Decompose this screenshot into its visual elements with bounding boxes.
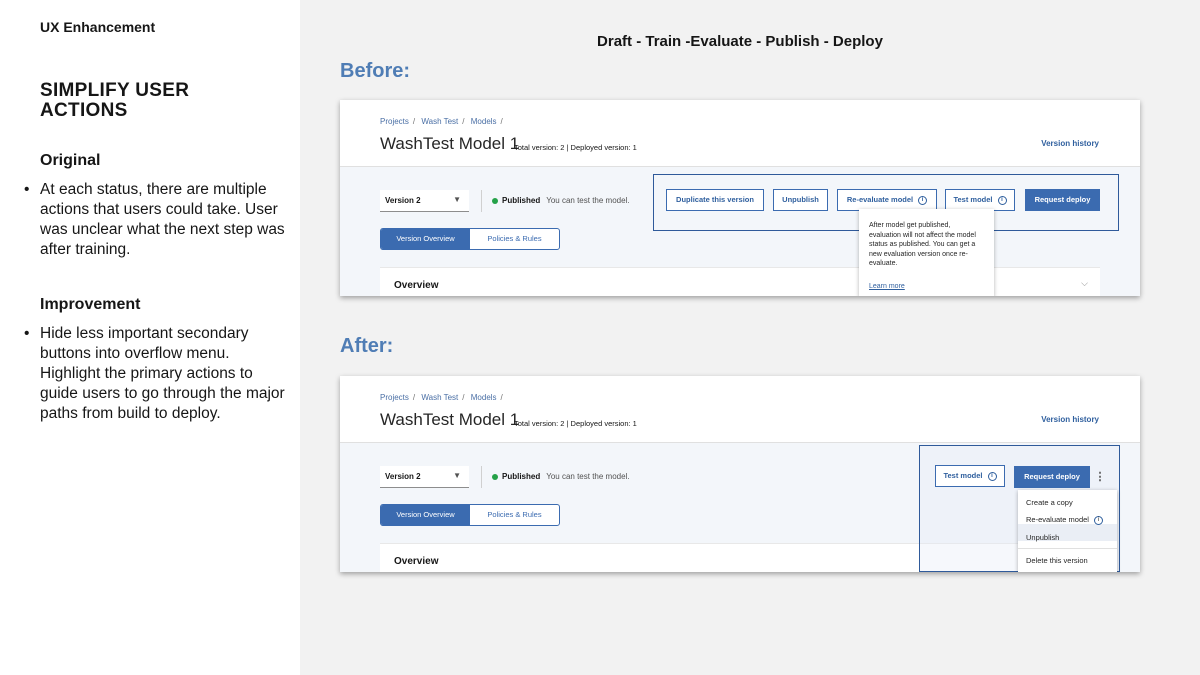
breadcrumb: Projects / Wash Test / Models / xyxy=(380,393,507,402)
breadcrumb-separator: / xyxy=(412,393,416,402)
flow-steps: Draft - Train -Evaluate - Publish - Depl… xyxy=(597,33,883,50)
learn-more-link[interactable]: Learn more xyxy=(869,282,984,292)
after-label: After: xyxy=(340,335,394,357)
breadcrumb-wash-test[interactable]: Wash Test xyxy=(421,117,458,126)
version-history-link[interactable]: Version history xyxy=(1041,415,1099,424)
original-title: Original xyxy=(40,152,101,169)
status-label: Published xyxy=(502,196,541,205)
version-select[interactable]: Version 2 ▼ xyxy=(380,190,469,212)
info-icon[interactable]: i xyxy=(987,471,997,481)
breadcrumb-separator: / xyxy=(412,117,416,126)
original-list: At each status, there are multiple actio… xyxy=(24,180,286,260)
breadcrumb-separator: / xyxy=(500,117,503,126)
menu-item-unpublish[interactable]: Unpublish xyxy=(1026,533,1059,542)
improvement-title: Improvement xyxy=(40,296,141,313)
status-note: You can test the model. xyxy=(546,472,630,481)
request-deploy-button[interactable]: Request deploy xyxy=(1025,189,1100,211)
status-dot-icon xyxy=(492,197,498,204)
breadcrumb-models[interactable]: Models xyxy=(471,117,497,126)
info-icon[interactable]: i xyxy=(1093,515,1103,525)
tooltip-text: After model get published, evaluation wi… xyxy=(869,222,976,267)
improvement-list: Hide less important secondary buttons in… xyxy=(24,324,286,424)
page-headline: SIMPLIFY USER ACTIONS xyxy=(40,80,190,121)
version-select-value: Version 2 xyxy=(385,472,421,481)
breadcrumb-models[interactable]: Models xyxy=(471,393,497,402)
section-tag: UX Enhancement xyxy=(40,19,156,35)
chevron-down-icon: ▼ xyxy=(453,195,461,204)
menu-item-delete-version[interactable]: Delete this version xyxy=(1026,556,1088,565)
reevaluate-label: Re-evaluate model xyxy=(846,195,914,204)
test-model-button[interactable]: Test model i xyxy=(945,189,1015,211)
info-icon[interactable]: i xyxy=(918,195,928,205)
breadcrumb-separator: / xyxy=(500,393,503,402)
overview-title: Overview xyxy=(394,280,439,291)
status-indicator: Published You can test the model. xyxy=(492,472,630,481)
model-title: WashTest Model 1 xyxy=(380,410,520,429)
menu-item-create-copy[interactable]: Create a copy xyxy=(1026,498,1073,507)
breadcrumb: Projects / Wash Test / Models / xyxy=(380,117,507,126)
breadcrumb-projects[interactable]: Projects xyxy=(380,393,409,402)
version-history-link[interactable]: Version history xyxy=(1041,139,1099,148)
model-meta: Total version: 2 | Deployed version: 1 xyxy=(514,419,637,428)
model-meta: Total version: 2 | Deployed version: 1 xyxy=(514,143,637,152)
breadcrumb-wash-test[interactable]: Wash Test xyxy=(421,393,458,402)
overflow-menu: Create a copy Re-evaluate model i Unpubli… xyxy=(1018,490,1117,572)
chevron-down-icon[interactable]: ⌵ xyxy=(1081,278,1088,289)
overflow-menu-icon[interactable]: ⋮ xyxy=(1093,466,1107,488)
overview-title: Overview xyxy=(394,556,439,567)
tab-version-overview[interactable]: Version Overview xyxy=(381,229,470,249)
request-deploy-button[interactable]: Request deploy xyxy=(1014,466,1090,488)
before-label: Before: xyxy=(340,60,411,82)
status-dot-icon xyxy=(492,473,498,480)
breadcrumb-separator: / xyxy=(462,393,465,402)
version-select[interactable]: Version 2 ▼ xyxy=(380,466,469,488)
status-indicator: Published You can test the model. xyxy=(492,196,630,205)
chevron-down-icon: ▼ xyxy=(453,471,461,480)
divider xyxy=(481,466,482,488)
test-model-label: Test model xyxy=(953,195,993,204)
tab-policies-rules[interactable]: Policies & Rules xyxy=(470,505,559,525)
reevaluate-model-button[interactable]: Re-evaluate model i xyxy=(837,189,937,211)
info-icon[interactable]: i xyxy=(997,195,1007,205)
menu-item-reevaluate-label: Re-evaluate model xyxy=(1026,515,1089,524)
reevaluate-tooltip: After model get published, evaluation wi… xyxy=(859,209,994,296)
right-panel: Draft - Train -Evaluate - Publish - Depl… xyxy=(300,0,1200,675)
after-screenshot: Projects / Wash Test / Models / WashTest Mo… xyxy=(340,376,1140,572)
duplicate-version-button[interactable]: Duplicate this version xyxy=(666,189,764,211)
improvement-bullet: Hide less important secondary buttons in… xyxy=(24,324,286,424)
unpublish-button[interactable]: Unpublish xyxy=(773,189,828,211)
breadcrumb-separator: / xyxy=(462,117,465,126)
version-tabs: Version Overview Policies & Rules xyxy=(380,504,560,526)
version-tabs: Version Overview Policies & Rules xyxy=(380,228,560,250)
test-model-button[interactable]: Test model i xyxy=(935,465,1005,487)
test-model-label: Test model xyxy=(943,471,983,480)
breadcrumb-projects[interactable]: Projects xyxy=(380,117,409,126)
model-title: WashTest Model 1 xyxy=(380,134,520,153)
page-header: Projects / Wash Test / Models / WashTest Mo… xyxy=(340,376,1140,443)
version-select-value: Version 2 xyxy=(385,196,421,205)
left-panel: UX Enhancement SIMPLIFY USER ACTIONS Ori… xyxy=(0,0,300,675)
status-note: You can test the model. xyxy=(546,196,630,205)
before-screenshot: Projects / Wash Test / Models / WashTest Mo… xyxy=(340,100,1140,296)
menu-divider xyxy=(1018,548,1117,549)
divider xyxy=(481,190,482,212)
tab-version-overview[interactable]: Version Overview xyxy=(381,505,470,525)
menu-item-reevaluate[interactable]: Re-evaluate model i xyxy=(1026,515,1103,525)
page-header: Projects / Wash Test / Models / WashTest Mo… xyxy=(340,100,1140,167)
status-label: Published xyxy=(502,472,541,481)
tab-policies-rules[interactable]: Policies & Rules xyxy=(470,229,559,249)
original-bullet: At each status, there are multiple actio… xyxy=(24,180,286,260)
